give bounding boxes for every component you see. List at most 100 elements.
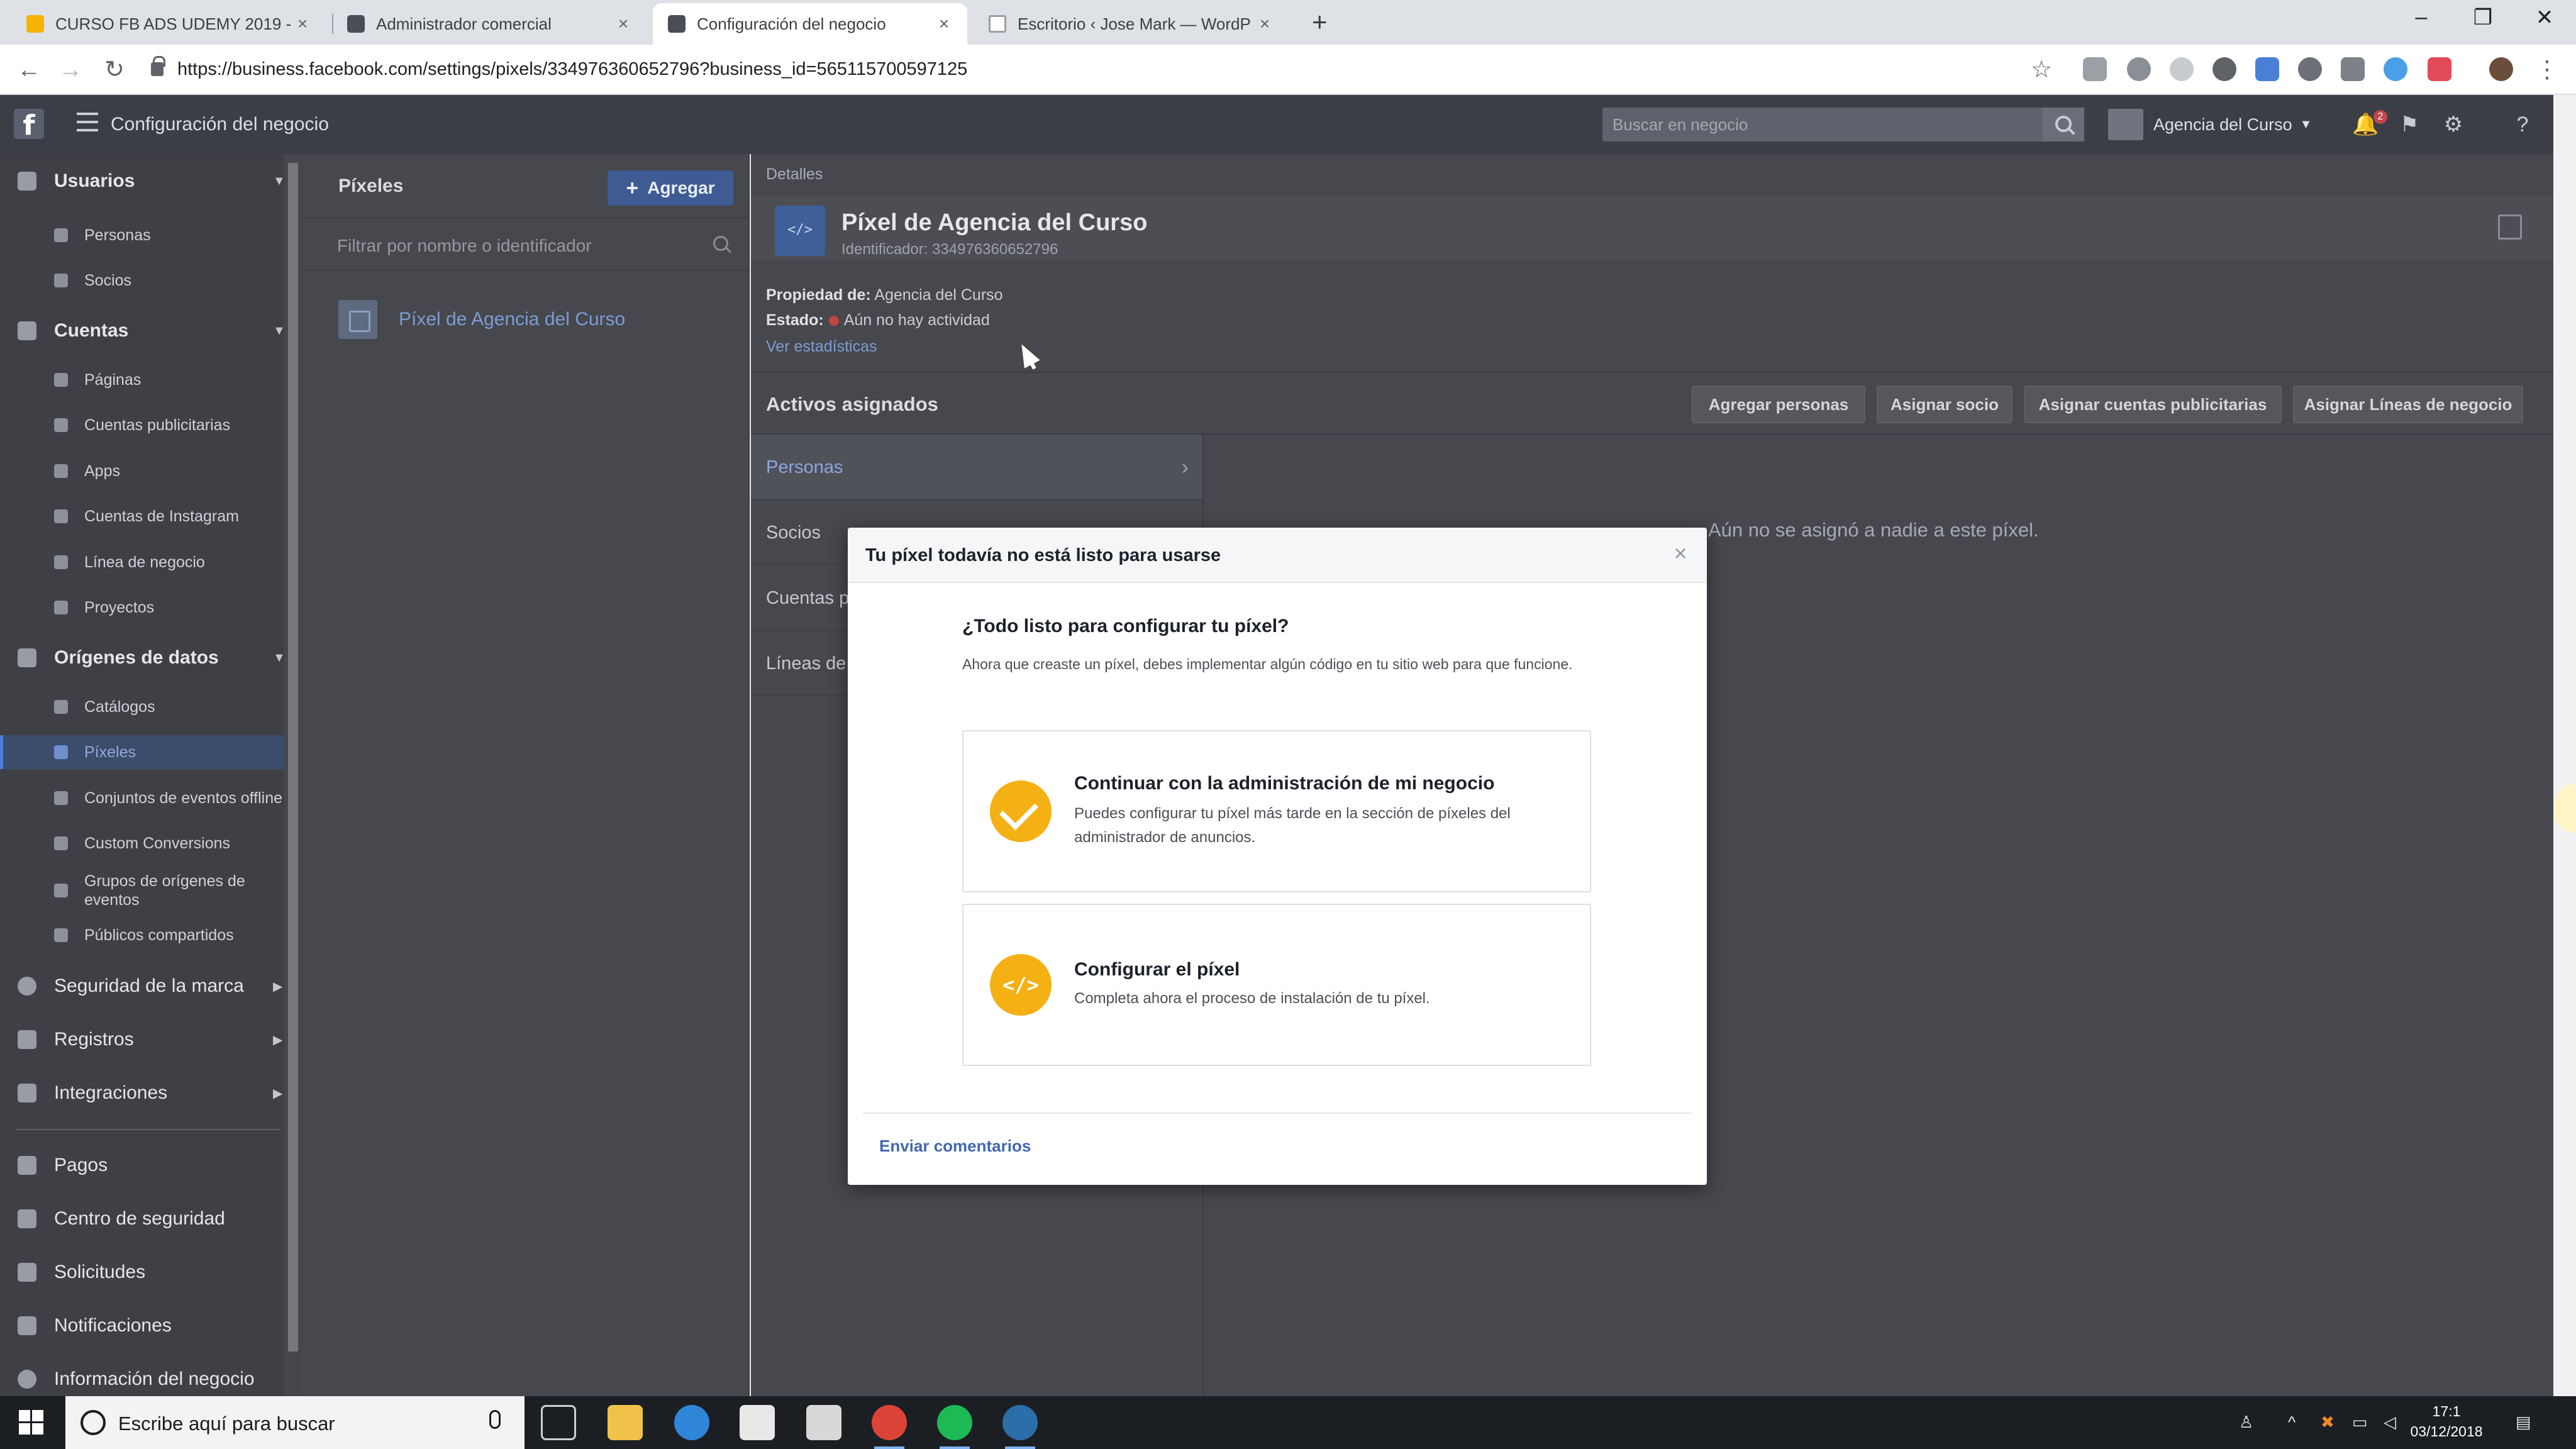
- sidebar-item-business-line[interactable]: Línea de negocio: [0, 545, 289, 579]
- close-icon[interactable]: ×: [1668, 540, 1693, 567]
- mail-icon[interactable]: [806, 1405, 841, 1440]
- taskbar-clock[interactable]: 17:1 03/12/2018: [2409, 1401, 2484, 1441]
- tab-close-icon[interactable]: ×: [1257, 14, 1273, 34]
- pixel-filter-input[interactable]: [337, 233, 689, 258]
- edge-icon[interactable]: [674, 1405, 709, 1440]
- sidebar-section-registros[interactable]: Registros ▶: [0, 1020, 289, 1059]
- sidebar-item-catalogos[interactable]: Catálogos: [0, 690, 289, 724]
- extension-gear-icon[interactable]: [2127, 57, 2151, 81]
- sidebar-item-event-source-groups[interactable]: Grupos de orígenes de eventos: [0, 865, 289, 916]
- sidebar-scrollbar-thumb[interactable]: [288, 163, 298, 1352]
- page-scrollbar[interactable]: [2553, 95, 2576, 1396]
- search-icon[interactable]: [2043, 108, 2084, 142]
- network-icon[interactable]: ▭: [2352, 1413, 2368, 1432]
- microphone-icon[interactable]: [489, 1410, 501, 1429]
- chrome-icon[interactable]: [872, 1405, 907, 1449]
- taskbar-search[interactable]: Escribe aquí para buscar: [65, 1396, 525, 1449]
- help-icon[interactable]: ?: [2509, 111, 2536, 138]
- send-feedback-link[interactable]: Enviar comentarios: [879, 1136, 1031, 1156]
- pixel-icon: [338, 300, 377, 339]
- file-explorer-icon[interactable]: [608, 1405, 643, 1440]
- extension-icon[interactable]: [2428, 57, 2451, 81]
- instagram-icon: [54, 509, 68, 523]
- assign-partner-button[interactable]: Asignar socio: [1877, 386, 2012, 423]
- sidebar-section-cuentas[interactable]: Cuentas ▼: [0, 311, 289, 350]
- business-selector[interactable]: Agencia del Curso ▼: [2108, 108, 2312, 142]
- cloud-extension-icon[interactable]: [2384, 57, 2407, 81]
- tray-app-icon[interactable]: ✖: [2321, 1413, 2334, 1432]
- browser-tab-settings[interactable]: Configuración del negocio ×: [653, 3, 967, 45]
- extension-icon[interactable]: [2212, 57, 2236, 81]
- hamburger-menu-icon[interactable]: [77, 113, 98, 131]
- tab-personas[interactable]: Personas ›: [751, 435, 1202, 500]
- sidebar-item-security-center[interactable]: Centro de seguridad: [0, 1199, 289, 1238]
- open-external-icon[interactable]: [2498, 214, 2522, 240]
- sidebar-item-proyectos[interactable]: Proyectos: [0, 591, 289, 625]
- translate-extension-icon[interactable]: [2255, 57, 2279, 81]
- sidebar-item-business-info[interactable]: Información del negocio: [0, 1360, 289, 1396]
- sidebar-item-custom-conversions[interactable]: Custom Conversions: [0, 826, 289, 860]
- add-people-button[interactable]: Agregar personas: [1692, 386, 1865, 423]
- continue-business-option[interactable]: Continuar con la administración de mi ne…: [962, 730, 1591, 892]
- sidebar-section-data-sources[interactable]: Orígenes de datos ▼: [0, 638, 289, 677]
- reload-icon[interactable]: ↻: [98, 56, 131, 84]
- task-view-icon[interactable]: [541, 1405, 576, 1440]
- tab-close-icon[interactable]: ×: [615, 14, 631, 34]
- sidebar-section-brand-safety[interactable]: Seguridad de la marca ▶: [0, 967, 289, 1006]
- restore-icon[interactable]: ❐: [2464, 5, 2502, 30]
- window-close-icon[interactable]: ✕: [2526, 5, 2563, 30]
- sidebar-item-paginas[interactable]: Páginas: [0, 363, 289, 397]
- configure-pixel-option[interactable]: Configurar el píxel Completa ahora el pr…: [962, 904, 1591, 1066]
- offline-events-icon: [54, 791, 68, 805]
- pixel-owner: Propiedad de: Agencia del Curso: [766, 286, 1003, 304]
- assign-business-lines-button[interactable]: Asignar Líneas de negocio: [2293, 386, 2523, 423]
- sidebar-section-usuarios[interactable]: Usuarios ▼: [0, 162, 289, 201]
- add-pixel-button[interactable]: + Agregar: [608, 170, 733, 206]
- sidebar-item-shared-audiences[interactable]: Públicos compartidos: [0, 918, 289, 952]
- minimize-icon[interactable]: –: [2402, 5, 2440, 30]
- sidebar-item-apps[interactable]: Apps: [0, 454, 289, 488]
- extension-icon[interactable]: [2298, 57, 2322, 81]
- back-icon[interactable]: ←: [13, 56, 45, 84]
- assign-ad-accounts-button[interactable]: Asignar cuentas publicitarias: [2024, 386, 2282, 423]
- action-center-icon[interactable]: ▤: [2516, 1413, 2531, 1432]
- sidebar-item-socios[interactable]: Socios: [0, 264, 289, 297]
- sidebar-item-label: Notificaciones: [54, 1315, 172, 1336]
- business-search-input[interactable]: [1613, 114, 2015, 135]
- store-icon[interactable]: [740, 1405, 775, 1440]
- sidebar-item-instagram[interactable]: Cuentas de Instagram: [0, 499, 289, 533]
- sidebar-item-offline-events[interactable]: Conjuntos de eventos offline: [0, 781, 289, 815]
- sidebar-item-solicitudes[interactable]: Solicitudes: [0, 1253, 289, 1292]
- volume-icon[interactable]: ◁: [2384, 1413, 2396, 1432]
- view-stats-link[interactable]: Ver estadísticas: [766, 338, 877, 356]
- sidebar-item-pixeles[interactable]: Píxeles: [0, 735, 289, 769]
- windows-start-icon[interactable]: [19, 1410, 44, 1435]
- browser-tab-udemy[interactable]: CURSO FB ADS UDEMY 2019 - P ×: [11, 3, 326, 45]
- tab-close-icon[interactable]: ×: [294, 14, 311, 34]
- tab-close-icon[interactable]: ×: [936, 14, 952, 34]
- extension-icon[interactable]: [2170, 57, 2194, 81]
- spotify-icon[interactable]: [937, 1405, 972, 1449]
- new-tab-button[interactable]: +: [1312, 9, 1328, 35]
- forward-icon[interactable]: →: [54, 56, 87, 84]
- sidebar-item-pagos[interactable]: Pagos: [0, 1146, 289, 1185]
- people-icon[interactable]: ♙: [2239, 1413, 2253, 1432]
- chevron-up-icon[interactable]: ^: [2288, 1413, 2296, 1432]
- menu-kebab-icon[interactable]: ⋮: [2531, 56, 2563, 84]
- cortana-app-icon[interactable]: [1002, 1405, 1038, 1449]
- url-field[interactable]: https://business.facebook.com/settings/p…: [151, 56, 967, 80]
- sidebar-item-personas[interactable]: Personas: [0, 218, 289, 252]
- extension-icon[interactable]: [2341, 57, 2365, 81]
- gear-icon[interactable]: ⚙: [2440, 111, 2467, 138]
- sidebar-item-notificaciones[interactable]: Notificaciones: [0, 1306, 289, 1345]
- pixel-list-item[interactable]: Píxel de Agencia del Curso: [302, 292, 748, 347]
- extension-icon[interactable]: [2083, 57, 2107, 81]
- sidebar-section-integraciones[interactable]: Integraciones ▶: [0, 1074, 289, 1113]
- flag-icon[interactable]: ⚑: [2396, 111, 2423, 138]
- browser-tab-admin[interactable]: Administrador comercial ×: [332, 3, 647, 45]
- bookmark-star-icon[interactable]: ☆: [2025, 56, 2058, 84]
- profile-avatar[interactable]: [2489, 57, 2513, 81]
- sidebar-item-ad-accounts[interactable]: Cuentas publicitarias: [0, 408, 289, 442]
- browser-tab-wordpress[interactable]: Escritorio ‹ Jose Mark — WordP ×: [974, 3, 1288, 45]
- facebook-logo-icon[interactable]: f: [14, 109, 44, 142]
